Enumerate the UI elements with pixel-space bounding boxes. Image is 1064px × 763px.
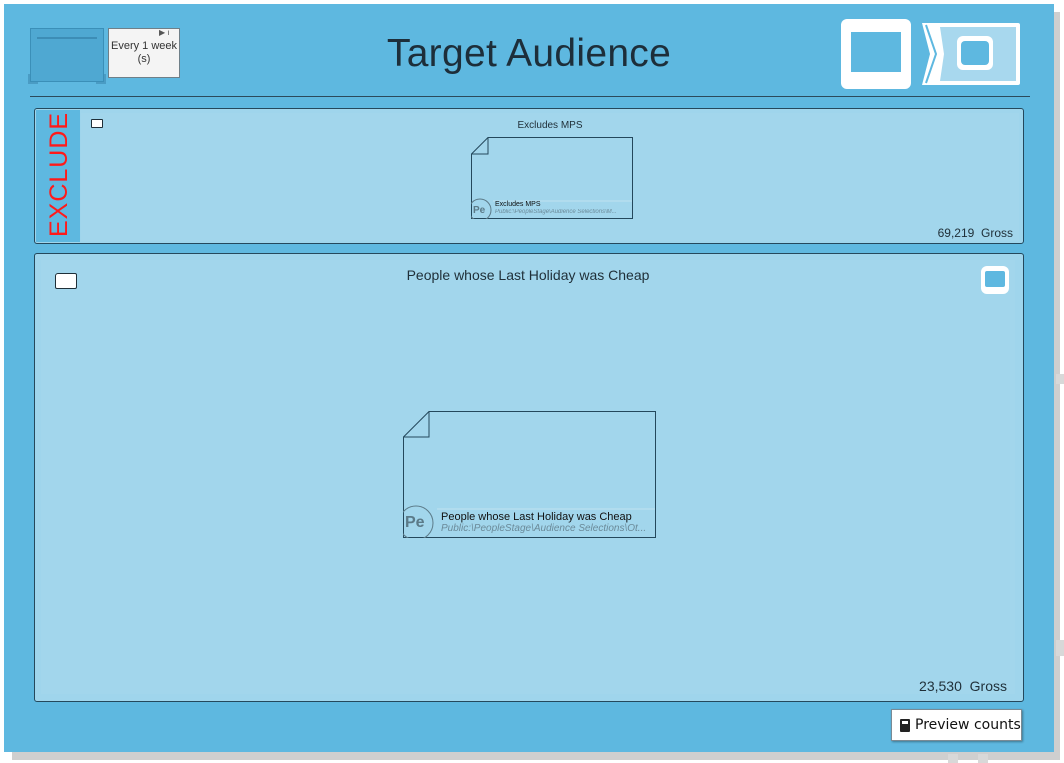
exclude-section[interactable]: EXCLUDE Excludes MPS Pe Excludes MPS Pub… <box>34 108 1024 244</box>
people-badge: Pe <box>473 205 486 216</box>
collapse-toggle-button[interactable] <box>981 266 1009 294</box>
canvas: ▶ ı Every 1 week (s) Target Audience EXC… <box>0 0 1064 763</box>
full-view-icon <box>851 32 901 72</box>
full-view-button[interactable] <box>841 19 911 89</box>
people-badge: Pe <box>405 514 425 531</box>
exclude-selection-card[interactable]: Pe Excludes MPS Public:\PeopleStage\Audi… <box>471 137 633 219</box>
main-selection-card[interactable]: Pe People whose Last Holiday was Cheap P… <box>403 411 656 538</box>
panel-toggle-icon <box>985 271 1005 287</box>
gross-suffix: Gross <box>969 678 1007 694</box>
target-audience-panel: ▶ ı Every 1 week (s) Target Audience EXC… <box>4 4 1054 752</box>
selection-name: People whose Last Holiday was Cheap <box>441 511 632 523</box>
selection-path: Public:\PeopleStage\Audience Selections\… <box>441 523 647 534</box>
calculator-icon <box>900 718 910 732</box>
scroll-mark <box>948 754 958 763</box>
main-gross-count: 23,530 Gross <box>919 678 1007 694</box>
nested-view-button[interactable] <box>916 22 1021 86</box>
exclude-strip: EXCLUDE <box>36 110 80 242</box>
exclude-section-title: Excludes MPS <box>517 120 583 131</box>
exclude-label: EXCLUDE <box>45 111 73 237</box>
main-section-title: People whose Last Holiday was Cheap <box>406 267 650 283</box>
main-audience-section[interactable]: People whose Last Holiday was Cheap Pe P… <box>34 253 1024 702</box>
exclude-gross-count: 69,219 Gross <box>938 226 1013 240</box>
selection-name: Excludes MPS <box>495 201 541 208</box>
preview-counts-button[interactable]: Preview counts <box>891 709 1022 741</box>
nested-view-icon <box>922 23 1020 85</box>
gross-suffix: Gross <box>980 226 1013 240</box>
preview-counts-label: Preview counts <box>915 717 1021 733</box>
scroll-mark <box>1056 374 1064 384</box>
title-divider <box>30 96 1030 97</box>
gross-value: 69,219 <box>937 226 975 240</box>
selection-path: Public:\PeopleStage\Audience Selections\… <box>495 209 617 215</box>
scroll-mark <box>978 754 988 763</box>
gross-value: 23,530 <box>919 678 962 694</box>
scroll-mark <box>1056 640 1064 656</box>
